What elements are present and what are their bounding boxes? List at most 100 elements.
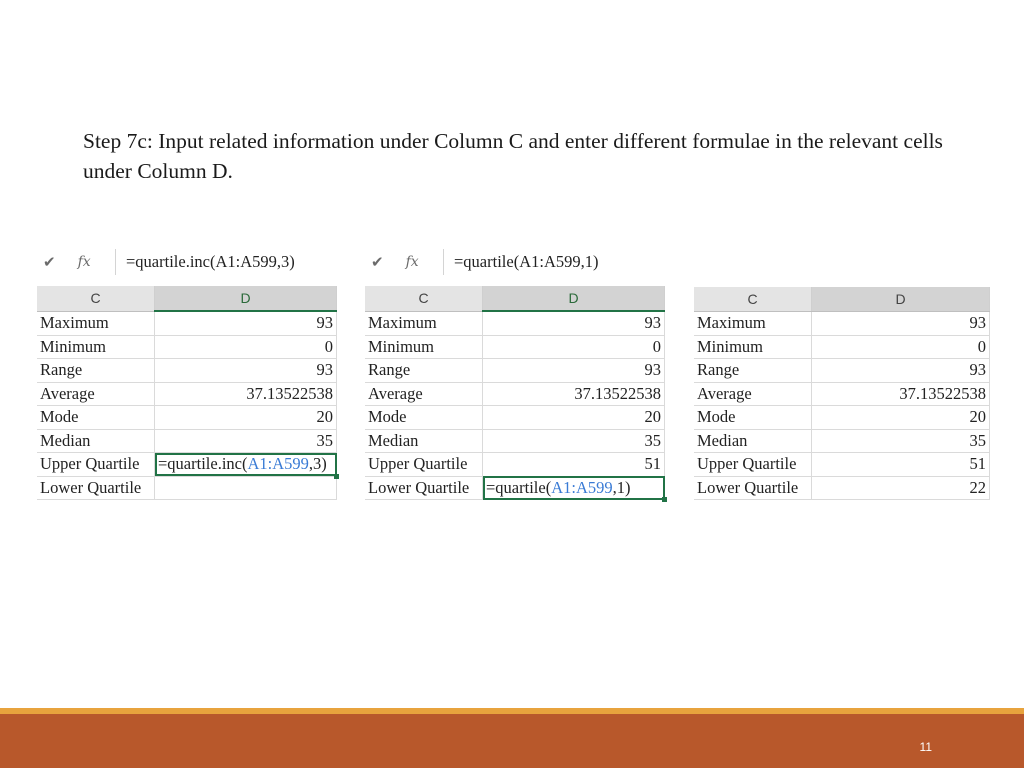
cell-value[interactable] xyxy=(154,476,337,500)
cell-value[interactable]: 93 xyxy=(811,358,990,383)
cell-value[interactable]: 35 xyxy=(482,429,665,453)
cell-label[interactable]: Lower Quartile xyxy=(694,476,812,500)
cell-value[interactable]: 20 xyxy=(154,405,337,430)
cell-label[interactable]: Range xyxy=(694,358,812,383)
table-row: Mode 20 xyxy=(37,405,337,430)
table-row: Mode 20 xyxy=(694,405,990,430)
step-instruction: Step 7c: Input related information under… xyxy=(83,129,943,183)
formula-text: ,3) xyxy=(308,454,327,474)
fill-handle[interactable] xyxy=(662,497,667,502)
cell-value[interactable]: 37.13522538 xyxy=(811,382,990,406)
active-cell-editing[interactable]: =quartile(A1:A599,1) xyxy=(482,476,667,502)
table-row: Upper Quartile =quartile.inc(A1:A599,3) xyxy=(37,452,339,479)
table-row: Minimum 0 xyxy=(365,335,665,359)
cell-value[interactable]: 51 xyxy=(482,452,665,477)
table-row: Minimum 0 xyxy=(37,335,337,359)
active-cell-editing[interactable]: =quartile.inc(A1:A599,3) xyxy=(154,452,339,479)
cell-label[interactable]: Range xyxy=(37,358,155,383)
table-row: Median 35 xyxy=(37,429,337,453)
cell-label[interactable]: Median xyxy=(365,429,483,453)
table-row: Upper Quartile 51 xyxy=(365,452,665,477)
cell-value[interactable]: 20 xyxy=(482,405,665,430)
cell-label[interactable]: Maximum xyxy=(365,311,483,336)
table-row: Average 37.13522538 xyxy=(694,382,990,406)
table-row: Upper Quartile 51 xyxy=(694,452,990,477)
spreadsheet-3: C D Maximum 93 Minimum 0 Range 93 Average 37… xyxy=(694,287,990,500)
table-row: Range 93 xyxy=(694,358,990,383)
spreadsheet-1: ✔ fx =quartile.inc(A1:A599,3) C D Maximu… xyxy=(37,246,339,500)
cell-label[interactable]: Lower Quartile xyxy=(37,476,155,500)
fx-icon[interactable]: fx xyxy=(406,254,419,270)
spreadsheet-2: ✔ fx =quartile(A1:A599,1) C D Maximum 93 … xyxy=(365,246,667,502)
cell-value[interactable]: 35 xyxy=(154,429,337,453)
table-row: Maximum 93 xyxy=(694,311,990,336)
table-row: Maximum 93 xyxy=(37,311,337,336)
table-row: Median 35 xyxy=(694,429,990,453)
table-row: Mode 20 xyxy=(365,405,665,430)
cell-value[interactable]: 20 xyxy=(811,405,990,430)
column-header-c[interactable]: C xyxy=(37,286,155,312)
cell-label[interactable]: Minimum xyxy=(365,335,483,359)
column-header-c[interactable]: C xyxy=(365,286,483,312)
range-reference: A1:A599 xyxy=(551,477,613,497)
cell-label[interactable]: Average xyxy=(37,382,155,406)
cell-label[interactable]: Upper Quartile xyxy=(37,452,155,477)
cell-value[interactable]: 93 xyxy=(154,311,337,336)
column-header-d[interactable]: D xyxy=(154,286,337,312)
cell-value[interactable]: 0 xyxy=(482,335,665,359)
formula-text: =quartile.inc( xyxy=(158,454,248,474)
cell-label[interactable]: Minimum xyxy=(37,335,155,359)
cell-label[interactable]: Average xyxy=(694,382,812,406)
cell-label[interactable]: Average xyxy=(365,382,483,406)
table-row: Average 37.13522538 xyxy=(365,382,665,406)
check-icon[interactable]: ✔ xyxy=(371,253,384,271)
column-header-d[interactable]: D xyxy=(482,286,665,312)
table-row: Average 37.13522538 xyxy=(37,382,337,406)
cell-label[interactable]: Minimum xyxy=(694,335,812,359)
cell-label[interactable]: Maximum xyxy=(694,311,812,336)
cell-label[interactable]: Mode xyxy=(37,405,155,430)
column-header-c[interactable]: C xyxy=(694,287,812,312)
table-row: Lower Quartile xyxy=(37,476,337,500)
cell-label[interactable]: Mode xyxy=(365,405,483,430)
cell-value[interactable]: 93 xyxy=(154,358,337,383)
cell-label[interactable]: Median xyxy=(37,429,155,453)
formula-input[interactable]: =quartile.inc(A1:A599,3) xyxy=(126,252,337,272)
sheet-grid: C D Maximum 93 Minimum 0 Range 93 Average 37… xyxy=(694,287,990,500)
sheet-grid: C D Maximum 93 Minimum 0 Range 93 Average 37… xyxy=(365,286,667,502)
formula-text: =quartile( xyxy=(486,477,552,497)
cell-label[interactable]: Upper Quartile xyxy=(365,452,483,477)
formula-bar: ✔ fx =quartile(A1:A599,1) xyxy=(365,246,665,286)
table-row: Range 93 xyxy=(365,358,665,383)
check-icon[interactable]: ✔ xyxy=(43,253,56,271)
table-row: Range 93 xyxy=(37,358,337,383)
cell-label[interactable]: Upper Quartile xyxy=(694,452,812,477)
formula-input[interactable]: =quartile(A1:A599,1) xyxy=(454,252,665,272)
cell-value[interactable]: 93 xyxy=(482,358,665,383)
table-row: Median 35 xyxy=(365,429,665,453)
cell-value[interactable]: 51 xyxy=(811,452,990,477)
sheet-grid: C D Maximum 93 Minimum 0 Range 93 Average 37… xyxy=(37,286,339,500)
cell-value[interactable]: 0 xyxy=(811,335,990,359)
range-reference: A1:A599 xyxy=(247,454,309,474)
fill-handle[interactable] xyxy=(334,473,339,479)
table-row: Lower Quartile 22 xyxy=(694,476,990,500)
cell-label[interactable]: Maximum xyxy=(37,311,155,336)
cell-value[interactable]: 37.13522538 xyxy=(154,382,337,406)
cell-label[interactable]: Mode xyxy=(694,405,812,430)
cell-label[interactable]: Range xyxy=(365,358,483,383)
fx-icon[interactable]: fx xyxy=(78,254,91,270)
cell-value[interactable]: 93 xyxy=(482,311,665,336)
table-row: Lower Quartile =quartile(A1:A599,1) xyxy=(365,476,667,502)
cell-label[interactable]: Lower Quartile xyxy=(365,476,483,500)
cell-label[interactable]: Median xyxy=(694,429,812,453)
table-row: Maximum 93 xyxy=(365,311,665,336)
formula-bar: ✔ fx =quartile.inc(A1:A599,3) xyxy=(37,246,337,286)
cell-value[interactable]: 22 xyxy=(811,476,990,500)
cell-value[interactable]: 93 xyxy=(811,311,990,336)
cell-value[interactable]: 37.13522538 xyxy=(482,382,665,406)
cell-value[interactable]: 35 xyxy=(811,429,990,453)
column-header-d[interactable]: D xyxy=(811,287,990,312)
table-row: Minimum 0 xyxy=(694,335,990,359)
cell-value[interactable]: 0 xyxy=(154,335,337,359)
